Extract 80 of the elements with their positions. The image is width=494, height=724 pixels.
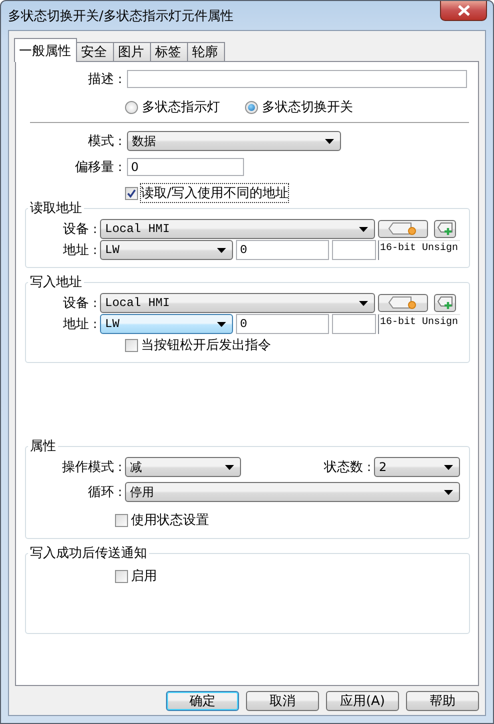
- field-label: 状态数: [324, 459, 363, 476]
- dropdown[interactable]: 停用: [125, 482, 460, 502]
- tag-plus-icon: [437, 296, 453, 310]
- description-field[interactable]: [127, 70, 467, 88]
- group-title: 读取地址: [29, 200, 83, 217]
- dialog-button[interactable]: 确定: [166, 691, 239, 711]
- add-tag-button[interactable]: [434, 294, 456, 312]
- colon: :: [116, 485, 124, 499]
- dropdown-arrow-icon: [217, 248, 226, 252]
- dropdown-arrow-icon: [325, 138, 334, 144]
- tab[interactable]: 一般属性: [14, 38, 77, 62]
- tag-gear-icon: [388, 222, 418, 236]
- group-title: 属性: [29, 438, 57, 455]
- field-label: 循环: [87, 484, 114, 501]
- bit-field[interactable]: [332, 314, 376, 334]
- dropdown[interactable]: Local HMI: [100, 293, 375, 313]
- checkbox[interactable]: [115, 570, 128, 582]
- data-type-label: 16-bit Unsign: [378, 240, 460, 260]
- tag-settings-button[interactable]: [378, 220, 428, 238]
- tab[interactable]: 安全: [76, 42, 114, 61]
- dialog-button[interactable]: 取消: [246, 691, 319, 711]
- field-label: 设备: [62, 295, 89, 312]
- colon: :: [116, 134, 124, 148]
- field-label: 地址: [62, 242, 89, 259]
- dropdown[interactable]: LW: [100, 314, 233, 334]
- dropdown-arrow-icon: [359, 226, 368, 232]
- group-title: 写入地址: [29, 274, 83, 291]
- field-label: 偏移量: [74, 159, 114, 176]
- close-icon: [458, 5, 470, 16]
- field-label: 操作模式: [61, 459, 114, 476]
- tag-settings-button[interactable]: [378, 294, 428, 312]
- tab[interactable]: 标签: [150, 42, 188, 61]
- field-label: 地址: [62, 316, 89, 333]
- radio-label: 多状态指示灯: [142, 99, 220, 116]
- colon: :: [366, 460, 372, 474]
- group-title: 写入成功后传送通知: [29, 545, 148, 562]
- colon: :: [92, 222, 98, 236]
- field-label: 描述: [87, 71, 114, 88]
- dropdown-arrow-icon: [217, 322, 226, 326]
- dropdown[interactable]: LW: [100, 240, 233, 260]
- radio-label: 多状态切换开关: [262, 99, 353, 116]
- checkbox-label: 当按钮松开后发出指令: [141, 337, 271, 354]
- dialog-button[interactable]: 帮助: [406, 691, 479, 711]
- add-tag-button[interactable]: [434, 220, 456, 238]
- dialog-button[interactable]: 应用(A): [326, 691, 399, 711]
- dropdown[interactable]: 2: [374, 457, 460, 477]
- tab[interactable]: 图片: [113, 42, 151, 61]
- field-label: 模式: [87, 133, 114, 150]
- window-title: 多状态切换开关/多状态指示灯元件属性: [7, 8, 234, 25]
- bit-field[interactable]: [332, 240, 376, 260]
- colon: :: [92, 296, 98, 310]
- radio-button[interactable]: [125, 100, 138, 114]
- offset-field[interactable]: 0: [127, 158, 244, 176]
- colon: :: [116, 460, 124, 474]
- colon: :: [116, 160, 124, 174]
- radio-button[interactable]: [245, 100, 258, 114]
- checkbox-label: 使用状态设置: [131, 512, 209, 529]
- close-button[interactable]: [440, 1, 487, 21]
- field-label: 设备: [62, 221, 89, 238]
- dropdown-arrow-icon: [225, 464, 234, 470]
- address-field[interactable]: 0: [236, 314, 329, 334]
- tab[interactable]: 轮廓: [187, 42, 225, 61]
- checkbox-label: 读取/写入使用不同的地址: [141, 184, 288, 202]
- dropdown[interactable]: Local HMI: [100, 219, 375, 239]
- colon: :: [116, 72, 124, 86]
- checkbox[interactable]: [115, 514, 128, 526]
- checkbox[interactable]: [125, 338, 138, 352]
- dropdown-arrow-icon: [444, 490, 453, 494]
- tag-plus-icon: [437, 222, 453, 236]
- tag-gear-icon: [388, 296, 418, 310]
- data-type-label: 16-bit Unsign: [378, 314, 460, 334]
- dropdown[interactable]: 减: [125, 457, 241, 477]
- checkbox[interactable]: [125, 186, 138, 200]
- dropdown[interactable]: 数据: [127, 131, 341, 151]
- colon: :: [92, 317, 98, 331]
- checkbox-label: 启用: [131, 568, 157, 585]
- address-field[interactable]: 0: [236, 240, 329, 260]
- dropdown-arrow-icon: [359, 300, 368, 306]
- dropdown-arrow-icon: [444, 464, 453, 470]
- colon: :: [92, 243, 98, 257]
